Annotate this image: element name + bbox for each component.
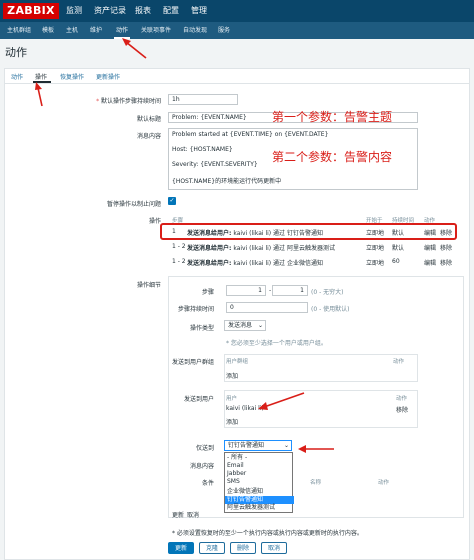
user-group-column-header: 用户群组 [226,359,249,365]
subnav-hosts[interactable]: 主机 [65,22,79,39]
operation-type-select[interactable]: 发送消息 ⌄ [224,320,266,331]
annotation-arrow-user [258,392,305,410]
annotation-arrow-operations-tab [35,82,43,107]
send-via-option-aliyun[interactable]: 阿里云触发器测试 [225,504,294,512]
conditions-name-header: 名称 [310,480,322,486]
user-groups-table [224,354,418,382]
op-row-3-steps: 1 - 2 [172,258,186,265]
default-step-duration-label: * 默认操作步骤持续时间 [96,98,161,105]
op-row-1-edit-link[interactable]: 编辑 [424,228,436,237]
remove-user-link[interactable]: 移除 [396,405,408,414]
must-select-hint: * 您必须至少选择一个用户或用户组。 [226,340,327,347]
update-button[interactable]: 更新 [168,542,194,554]
send-via-option-all[interactable]: - 所有 - [225,454,294,462]
send-via-option-dingtalk[interactable]: 钉钉告警通知 [225,496,294,504]
tab-operations[interactable]: 操作 [35,72,47,81]
steps-hint: (0 - 无穷大) [311,289,344,296]
chevron-down-icon: ⌄ [257,322,263,329]
step-duration-label: 步骤持续时间 [177,306,214,313]
op-row-2-start: 立即地 [366,245,385,252]
send-via-dropdown-list: - 所有 - Email Jabber SMS 企业微信通知 钉钉告警通知 阿里… [224,452,294,513]
tab-recovery-operations[interactable]: 恢复操作 [60,72,84,81]
tab-action[interactable]: 动作 [11,72,23,81]
sub-navigation: 主机群组 模板 主机 维护 动作 关联项事件 自动发现 服务 [0,22,474,39]
send-via-label: 仅送到 [195,445,214,452]
default-subject-label: 默认标题 [136,116,161,123]
cancel-button[interactable]: 取消 [261,542,287,554]
nav-reports[interactable]: 报表 [133,0,153,22]
op-row-1-steps: 1 [172,228,176,235]
default-step-duration-input[interactable]: 1h [168,94,238,105]
send-via-option-email[interactable]: Email [225,462,294,470]
operation-type-label: 操作类型 [189,325,214,332]
op-row-2-remove-link[interactable]: 移除 [440,243,452,252]
op-row-3-start: 立即地 [366,260,385,267]
annotation-subject: 第一个参数：告警主题 [272,110,393,124]
op-row-3-remove-link[interactable]: 移除 [440,258,452,267]
steps-label: 步骤 [201,289,214,296]
add-user-link[interactable]: 添加 [226,417,238,426]
default-message-label-2: 消息内容 [189,463,214,470]
step-duration-hint: (0 - 使用默认) [311,306,350,313]
add-user-group-link[interactable]: 添加 [226,371,238,380]
user-group-action-header: 动作 [393,359,405,365]
annotation-message: 第二个参数：告警内容 [272,150,393,164]
user-action-header: 动作 [396,396,408,402]
step-duration-input[interactable]: 0 [226,302,308,313]
nav-configuration[interactable]: 配置 [161,0,181,22]
pause-operations-label: 暂停操作以制止问题 [106,201,161,208]
op-row-2-edit-link[interactable]: 编辑 [424,243,436,252]
send-via-option-wechat[interactable]: 企业微信通知 [225,488,294,496]
op-row-1-start: 立即地 [366,230,385,237]
user-column-header: 用户 [226,396,238,402]
op-row-1-remove-link[interactable]: 移除 [440,228,452,237]
subnav-templates[interactable]: 模板 [40,22,56,39]
tab-update-operations[interactable]: 更新操作 [96,72,120,81]
conditions-action-header: 动作 [378,480,390,486]
cancel-operation-link[interactable]: 取消 [187,510,199,519]
top-navigation: ZABBIX 监测 资产记录 报表 配置 管理 [0,0,474,22]
subnav-services[interactable]: 服务 [217,22,231,39]
nav-monitoring[interactable]: 监测 [64,0,84,22]
operations-label: 操作 [148,218,161,225]
op-row-2-details: 发送消息给用户: kaivi (likai li) 通过 阿里云触发器测试 [187,245,335,252]
op-row-3-duration: 60 [392,258,400,265]
op-row-1-details: 发送消息给用户: kaivi (likai li) 通过 钉钉告警通知 [187,230,323,237]
clone-button[interactable]: 克隆 [199,542,225,554]
default-message-label: 消息内容 [136,133,161,140]
delete-button[interactable]: 删除 [230,542,256,554]
op-row-3-edit-link[interactable]: 编辑 [424,258,436,267]
send-to-groups-label: 发送到用户群组 [171,359,214,366]
send-via-option-jabber[interactable]: Jabber [225,470,294,478]
steps-dash: - [269,287,272,294]
operation-details-label: 操作细节 [136,282,161,289]
nav-administration[interactable]: 管理 [189,0,209,22]
send-via-select[interactable]: 钉钉告警通知 ⌄ [224,440,292,451]
steps-to-input[interactable]: 1 [272,285,308,296]
page-title: 动作 [5,46,27,59]
annotation-arrow-actions [122,38,147,59]
steps-from-input[interactable]: 1 [226,285,266,296]
zabbix-logo[interactable]: ZABBIX [3,3,59,19]
op-row-3-details: 发送消息给用户: kaivi (likai li) 通过 企业微信通知 [187,260,323,267]
footer-hint: * 必须设置恢复时的至少一个执行内容或执行内容或更新时的执行内容。 [172,530,363,537]
subnav-host-groups[interactable]: 主机群组 [4,22,34,39]
subnav-maintenance[interactable]: 维护 [89,22,103,39]
op-row-2-duration: 默认 [392,245,405,252]
op-row-2-steps: 1 - 2 [172,243,186,250]
op-row-1-duration: 默认 [392,230,405,237]
annotation-arrow-send-via [298,445,334,453]
update-operation-link[interactable]: 更新 [172,510,184,519]
send-to-users-label: 发送到用户 [183,396,214,403]
chevron-down-icon: ⌄ [283,442,289,449]
conditions-label: 条件 [201,480,214,487]
pause-operations-checkbox[interactable]: ✓ [168,197,176,205]
tab-separator [4,83,470,84]
subnav-discovery[interactable]: 自动发现 [181,22,209,39]
nav-inventory[interactable]: 资产记录 [94,0,126,22]
send-via-option-sms[interactable]: SMS [225,478,294,486]
